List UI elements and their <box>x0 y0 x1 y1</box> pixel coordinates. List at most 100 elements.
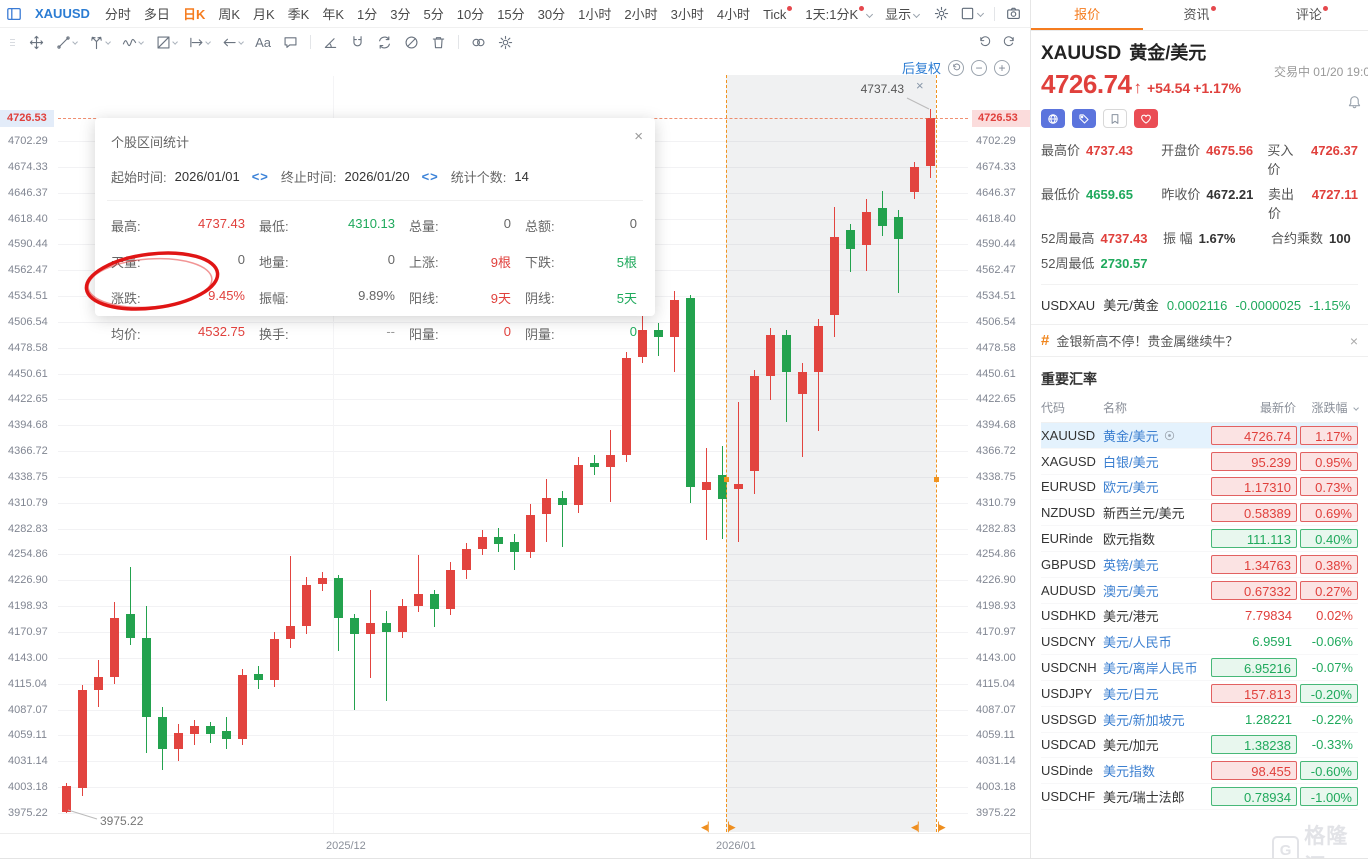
fx-row-USDCNH[interactable]: USDCNH 美元/离岸人民币 6.95216 -0.07% <box>1041 655 1358 681</box>
selection-border[interactable] <box>936 75 937 832</box>
window-icon[interactable] <box>6 6 22 22</box>
sync-icon[interactable] <box>377 35 392 50</box>
symbol-label[interactable]: XAUUSD <box>35 6 90 21</box>
timeframe-显示[interactable]: 显示 <box>885 4 921 23</box>
fx-row-EURinde[interactable]: EURinde 欧元指数 111.113 0.40% <box>1041 526 1358 552</box>
fx-row-GBPUSD[interactable]: GBPUSD 英镑/美元 1.34763 0.38% <box>1041 552 1358 578</box>
fx-name-link[interactable]: 欧元/美元 <box>1103 477 1159 496</box>
fx-name-link[interactable]: 美元/人民币 <box>1103 632 1172 651</box>
fx-row-USDSGD[interactable]: USDSGD 美元/新加坡元 1.28221 -0.22% <box>1041 707 1358 733</box>
header-name[interactable]: 名称 <box>1103 399 1208 416</box>
timeframe-5分[interactable]: 5分 <box>423 4 443 23</box>
fx-row-USDinde[interactable]: USDinde 美元指数 98.455 -0.60% <box>1041 758 1358 785</box>
timeframe-3分[interactable]: 3分 <box>390 4 410 23</box>
timeframe-日K[interactable]: 日K <box>183 4 205 23</box>
bookmark-icon[interactable] <box>1103 109 1127 128</box>
selection-border[interactable] <box>726 75 727 832</box>
angle-icon[interactable] <box>323 35 338 50</box>
move-icon[interactable] <box>29 35 44 50</box>
camera-icon[interactable] <box>1006 6 1021 21</box>
tab-资讯[interactable]: 资讯 <box>1143 0 1255 30</box>
toolbar-grip[interactable] <box>10 38 15 46</box>
gear-icon[interactable] <box>498 35 513 50</box>
redo-icon[interactable] <box>1002 35 1016 49</box>
fx-name-link[interactable]: 美元/新加坡元 <box>1103 710 1185 729</box>
inverse-quote-row[interactable]: USDXAU 美元/黄金 0.0002116 -0.0000025 -1.15% <box>1041 284 1358 314</box>
selection-handle-dot[interactable] <box>933 477 939 482</box>
timeframe-季K[interactable]: 季K <box>288 4 310 23</box>
fx-row-EURUSD[interactable]: EURUSD 欧元/美元 1.17310 0.73% <box>1041 475 1358 501</box>
timeframe-周K[interactable]: 周K <box>218 4 240 23</box>
candlestick-chart[interactable]: 后复权 − + 4702.29 4702.29 4674.33 4674.33 4646… <box>0 56 1030 858</box>
candle-wick <box>369 590 371 679</box>
adjust-mode-link[interactable]: 后复权 <box>902 58 941 77</box>
fx-name-link[interactable]: 英镑/美元 <box>1103 555 1159 574</box>
fx-name-link[interactable]: 白银/美元 <box>1103 452 1159 471</box>
reset-zoom-icon[interactable] <box>948 59 965 76</box>
fx-row-USDHKD[interactable]: USDHKD 美元/港元 7.79834 0.02% <box>1041 604 1358 630</box>
header-pct-sort[interactable]: 涨跌幅 <box>1296 399 1359 416</box>
timeframe-分时[interactable]: 分时 <box>105 4 131 23</box>
text-icon[interactable]: Aa <box>255 35 271 50</box>
magnet-icon[interactable] <box>350 35 365 50</box>
header-price[interactable]: 最新价 <box>1208 399 1296 416</box>
layout-icon[interactable] <box>960 6 985 21</box>
fx-name-link[interactable]: 美元/离岸人民币 <box>1103 658 1198 677</box>
globe-icon[interactable] <box>1041 109 1065 128</box>
gear-icon[interactable] <box>934 6 949 21</box>
timeframe-Tick[interactable]: Tick <box>763 5 793 22</box>
trendline-icon[interactable] <box>56 35 79 50</box>
timeframe-3小时[interactable]: 3小时 <box>671 4 704 23</box>
timeframe-2小时[interactable]: 2小时 <box>624 4 657 23</box>
pitchfork-icon[interactable] <box>89 35 112 50</box>
popup-close-icon[interactable]: × <box>634 128 643 145</box>
circles-icon[interactable] <box>471 35 486 50</box>
selection-handle-dot[interactable] <box>723 477 729 482</box>
timeframe-年K[interactable]: 年K <box>322 4 344 23</box>
zoom-out-icon[interactable]: − <box>971 59 988 76</box>
timeframe-30分[interactable]: 30分 <box>538 4 565 23</box>
fx-row-USDJPY[interactable]: USDJPY 美元/日元 157.813 -0.20% <box>1041 681 1358 707</box>
news-banner[interactable]: # 金银新高不停！贵金属继续牛？ × <box>1031 324 1368 357</box>
fx-row-XAGUSD[interactable]: XAGUSD 白银/美元 95.239 0.95% <box>1041 449 1358 475</box>
measure-icon[interactable] <box>189 35 211 50</box>
wave-icon[interactable] <box>122 35 145 50</box>
start-date-stepper[interactable]: <> <box>252 169 269 184</box>
timeframe-1分[interactable]: 1分 <box>357 4 377 23</box>
undo-icon[interactable] <box>978 35 992 49</box>
timeframe-10分[interactable]: 10分 <box>457 4 484 23</box>
fx-row-USDCNY[interactable]: USDCNY 美元/人民币 6.9591 -0.06% <box>1041 629 1358 656</box>
selection-close-icon[interactable]: × <box>916 79 924 92</box>
zoom-in-icon[interactable]: + <box>994 59 1011 76</box>
fx-row-XAUUSD[interactable]: XAUUSD 黄金/美元 4726.74 1.17% <box>1041 423 1358 449</box>
timeframe-1天:1分K[interactable]: 1天:1分K <box>805 4 874 23</box>
fx-row-NZDUSD[interactable]: NZDUSD 新西兰元/美元 0.58389 0.69% <box>1041 500 1358 527</box>
selection-drag-handle[interactable]: ◀▏ ▕▶ <box>701 822 736 833</box>
tab-报价[interactable]: 报价 <box>1031 0 1144 30</box>
selection-drag-handle[interactable]: ◀▏ ▕▶ <box>911 822 946 833</box>
pattern-icon[interactable] <box>156 35 178 50</box>
fx-name-link[interactable]: 美元指数 <box>1103 761 1155 780</box>
tag-icon[interactable] <box>1072 109 1096 128</box>
end-date-stepper[interactable]: <> <box>422 169 439 184</box>
fx-row-AUDUSD[interactable]: AUDUSD 澳元/美元 0.67332 0.27% <box>1041 578 1358 604</box>
timeframe-多日[interactable]: 多日 <box>144 4 170 23</box>
bell-icon[interactable] <box>1347 95 1362 115</box>
timeframe-1小时[interactable]: 1小时 <box>578 4 611 23</box>
hide-icon[interactable] <box>404 35 419 50</box>
timeframe-15分[interactable]: 15分 <box>497 4 524 23</box>
fx-row-USDCAD[interactable]: USDCAD 美元/加元 1.38238 -0.33% <box>1041 733 1358 759</box>
fx-name-link[interactable]: 黄金/美元 <box>1103 426 1159 445</box>
timeframe-月K[interactable]: 月K <box>253 4 275 23</box>
trash-icon[interactable] <box>431 35 446 50</box>
timeframe-4小时[interactable]: 4小时 <box>717 4 750 23</box>
fx-name-link[interactable]: 美元/日元 <box>1103 684 1159 703</box>
fx-row-USDCHF[interactable]: USDCHF 美元/瑞士法郎 0.78934 -1.00% <box>1041 784 1358 810</box>
heart-icon[interactable] <box>1134 109 1158 128</box>
fx-name-link[interactable]: 澳元/美元 <box>1103 581 1159 600</box>
comment-icon[interactable] <box>283 35 298 50</box>
tab-评论[interactable]: 评论 <box>1256 0 1368 30</box>
banner-close-icon[interactable]: × <box>1350 333 1358 349</box>
header-code[interactable]: 代码 <box>1041 399 1103 416</box>
arrowleft-icon[interactable] <box>222 35 244 50</box>
